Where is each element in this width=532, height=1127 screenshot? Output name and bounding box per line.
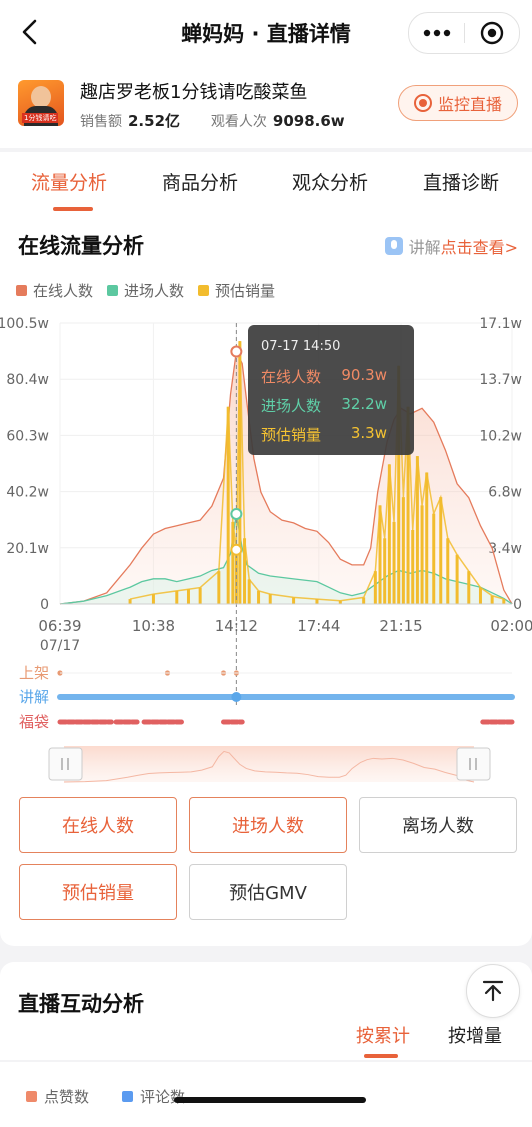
interaction-title: 直播互动分析: [18, 992, 144, 1016]
event-row-label: 上架: [19, 664, 49, 682]
left-tick-label: 80.4w: [6, 372, 49, 388]
left-axis: 100.5w 80.4w 60.3w 40.2w 20.1w 0: [0, 316, 49, 613]
x-tick-label: 10:38: [132, 617, 175, 635]
tooltip-row-entry: 进场人数 32.2w: [261, 395, 401, 416]
mode-increment-tab[interactable]: 按增量: [448, 1022, 502, 1048]
x-axis: 06:39 10:38 14:12 17:44 21:15 02:00 07/17: [38, 603, 532, 654]
zoom-slider[interactable]: [48, 746, 491, 783]
right-tick-label: 17.1w: [479, 316, 522, 332]
x-date-label: 07/17: [40, 638, 80, 654]
tooltip-value-entry: 32.2w: [341, 395, 387, 413]
event-timeline: 上架讲解福袋: [19, 664, 515, 731]
arrow-up-to-top-icon: [482, 980, 504, 1002]
right-tick-label: 13.7w: [479, 372, 522, 388]
left-tick-label: 20.1w: [6, 541, 49, 557]
tooltip-label-online: 在线人数: [261, 368, 322, 386]
x-tick-label: 02:00: [490, 617, 532, 635]
zoom-handle-left-box: [48, 747, 83, 781]
right-tick-label: 0: [513, 597, 522, 613]
chart-tooltip: 07-17 14:50 在线人数 90.3w 进场人数 32.2w 预估销量 3…: [248, 325, 414, 455]
zoom-range-fill: [64, 746, 474, 782]
metric-sales-button[interactable]: 预估销量: [19, 864, 177, 920]
legend-swatch-likes: [26, 1091, 37, 1102]
legend-item-likes[interactable]: 点赞数: [26, 1086, 89, 1107]
zoom-handle-left[interactable]: [48, 747, 83, 781]
explain-marker: [231, 692, 242, 702]
sales-marker: [230, 543, 243, 556]
metric-exit-button[interactable]: 离场人数: [359, 797, 517, 853]
zoom-handle-right-box: [456, 747, 491, 781]
tooltip-label-sales: 预估销量: [261, 426, 322, 444]
right-tick-label: 10.2w: [479, 428, 522, 444]
left-tick-label: 100.5w: [0, 316, 49, 332]
tooltip-label-entry: 进场人数: [261, 397, 322, 415]
x-tick-label: 06:39: [38, 617, 81, 635]
tooltip-row-sales: 预估销量 3.3w: [261, 424, 401, 445]
legend-swatch-comments: [122, 1091, 133, 1102]
legend-label-likes: 点赞数: [44, 1088, 90, 1106]
left-tick-label: 40.2w: [6, 485, 49, 501]
event-row-label: 福袋: [19, 713, 49, 731]
metric-gmv-button[interactable]: 预估GMV: [189, 864, 347, 920]
mode-tab-indicator: [364, 1054, 398, 1058]
metric-entry-button[interactable]: 进场人数: [189, 797, 347, 853]
right-tick-label: 6.8w: [488, 485, 522, 501]
left-tick-label: 0: [40, 597, 49, 613]
metric-online-button[interactable]: 在线人数: [19, 797, 177, 853]
online-marker: [230, 345, 243, 358]
tooltip-row-online: 在线人数 90.3w: [261, 366, 401, 387]
mode-cumulative-tab[interactable]: 按累计: [356, 1022, 410, 1048]
tooltip-value-sales: 3.3w: [350, 424, 387, 442]
tooltip-value-online: 90.3w: [341, 366, 387, 384]
event-row-label: 讲解: [19, 688, 49, 706]
x-tick-label: 14:12: [215, 617, 258, 635]
interaction-legend: 点赞数 评论数: [0, 1062, 532, 1127]
back-to-top-button[interactable]: [466, 964, 520, 1018]
left-tick-label: 60.3w: [6, 428, 49, 444]
entry-marker: [230, 507, 243, 520]
home-indicator: [174, 1097, 366, 1103]
tooltip-time: 07-17 14:50: [261, 339, 341, 354]
x-tick-label: 21:15: [379, 617, 422, 635]
zoom-handle-right[interactable]: [456, 747, 491, 781]
x-tick-label: 17:44: [297, 617, 340, 635]
